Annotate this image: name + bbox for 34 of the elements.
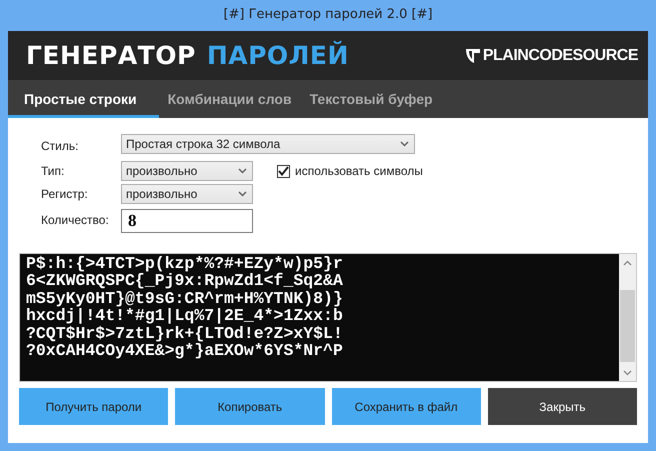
action-button[interactable]: Закрыть [488,388,637,425]
tab[interactable]: Простые строки [8,80,159,118]
dropdown[interactable]: произвольно [121,161,253,181]
chevron-down-icon [238,191,247,197]
password-line: mS5yKy0HT}@t9sG:CR^rm+H%YTNK)8)} [26,290,344,308]
action-button[interactable]: Получить пароли [19,388,168,425]
logo-icon [464,46,481,64]
count-field[interactable]: 8 [121,209,253,233]
brand-name: PLAINCODESOURCE [482,46,638,64]
action-button[interactable]: Сохранить в файл [332,388,481,425]
checkbox[interactable]: использовать символы [253,161,553,181]
tab[interactable]: Текстовый буфер [300,80,442,118]
window-title: [#] Генератор паролей 2.0 [#] [222,6,434,24]
password-line: ?0xCAH4COy4XE&>g*}aEXOw*6YS*Nr^P [26,342,344,360]
field-label: Количество: [41,212,110,229]
action-button[interactable]: Копировать [175,388,324,425]
scroll-thumb[interactable] [620,290,635,362]
dropdown[interactable]: Простая строка 32 символа [121,134,415,154]
chevron-down-icon [238,168,247,174]
tab[interactable]: Комбинации слов [158,80,301,118]
scrollbar[interactable] [619,254,636,381]
dropdown[interactable]: произвольно [121,184,253,204]
password-line: P$:h:{>4TCT>p(kzp*%?#+EZy*w)p5}r [26,255,344,272]
field-label: Стиль: [41,138,80,155]
checkbox-label: использовать символы [295,164,423,178]
password-line: 6<ZKWGRQSPC{_Pj9x:RpwZd1<f_Sq2&A [26,272,344,290]
chevron-down-icon [400,141,409,147]
checkbox-box[interactable] [277,164,290,178]
field-label: Регистр: [41,186,89,203]
app-title: ГЕНЕРАТОР [26,41,196,70]
app-title-accent: ПАРОЛЕЙ [206,41,349,70]
field-label: Тип: [41,163,66,180]
password-line: hxcdj|!4t!*#g1|Lq%7|2E_4*>1Zxx:b [26,307,344,325]
password-line: ?CQT$Hr$>7ztL}rk+{LTOd!e?Z>xY$L! [26,324,344,342]
